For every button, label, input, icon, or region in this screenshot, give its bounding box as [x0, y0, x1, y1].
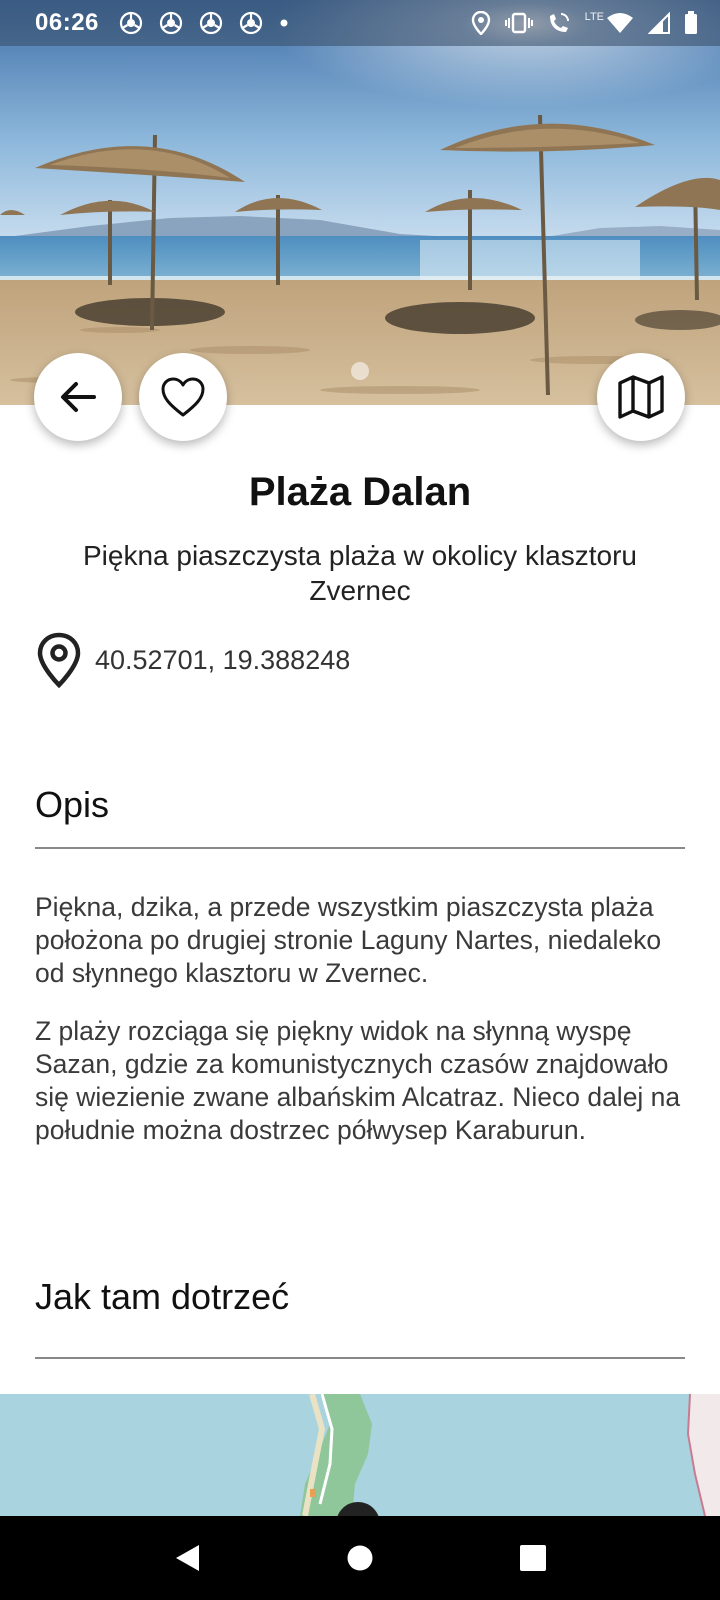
system-icons: LTE: [471, 11, 698, 35]
carousel-indicator-dot: [351, 362, 369, 380]
status-bar: 06:26 LTE: [0, 0, 720, 46]
battery-icon: [685, 11, 697, 34]
chrome-icon: [239, 11, 262, 35]
page-title: Plaża Dalan: [248, 470, 472, 514]
place-subtitle: Piękna piaszczysta plaża w okolicy klasz…: [82, 540, 637, 606]
notification-icons: [119, 11, 289, 35]
map-icon: [618, 375, 664, 419]
network-type-label: LTE: [584, 11, 604, 23]
navigation-bar: [0, 1516, 720, 1600]
directions-divider: [35, 1357, 685, 1359]
directions-map[interactable]: [0, 1394, 720, 1516]
dot-icon: [280, 19, 288, 27]
hero-image[interactable]: [0, 0, 720, 405]
description-heading: Opis: [35, 784, 110, 825]
nav-recents-button[interactable]: [503, 1528, 563, 1588]
chrome-icon: [119, 11, 142, 35]
location-pin-icon: [37, 632, 81, 688]
map-button[interactable]: [597, 353, 685, 441]
description-divider: [35, 847, 685, 849]
location-icon: [471, 11, 490, 35]
status-time: 06:26: [35, 9, 99, 36]
directions-heading: Jak tam dotrzeć: [35, 1276, 290, 1317]
coordinates-text: 40.52701, 19.388248: [95, 644, 351, 675]
back-button[interactable]: [34, 353, 122, 441]
signal-icon: [648, 12, 670, 34]
arrow-left-icon: [61, 382, 96, 412]
heart-icon: [161, 377, 205, 417]
nav-recents-icon: [520, 1545, 547, 1571]
favorite-button[interactable]: [139, 353, 227, 441]
nav-back-icon: [175, 1545, 199, 1571]
wifi-icon: [607, 13, 633, 33]
description-paragraph-2: Z plaży rozciąga się piękny widok na sły…: [35, 1016, 681, 1145]
chrome-icon: [159, 11, 182, 35]
description-paragraph-1: Piękna, dzika, a przede wszystkim piaszc…: [35, 892, 662, 988]
coordinates-row[interactable]: 40.52701, 19.388248: [35, 632, 350, 688]
wifi-call-icon: [549, 13, 569, 32]
vibrate-icon: [504, 12, 533, 34]
nav-back-button[interactable]: [157, 1528, 217, 1588]
chrome-icon: [199, 11, 222, 35]
nav-home-button[interactable]: [330, 1528, 390, 1588]
nav-home-icon: [347, 1545, 373, 1571]
